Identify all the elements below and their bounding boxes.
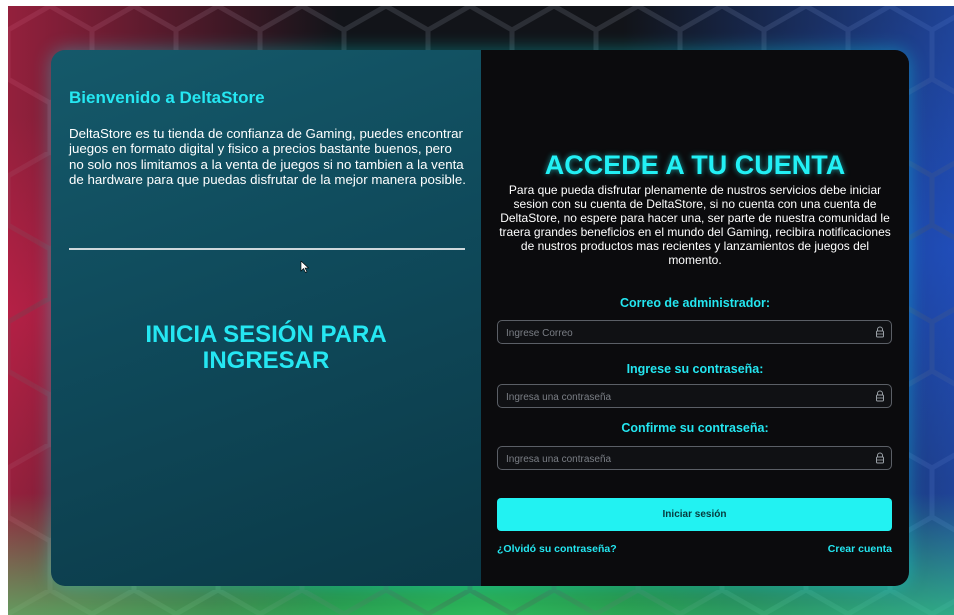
confirm-password-field[interactable] xyxy=(497,446,892,470)
confirm-password-label: Confirme su contraseña: xyxy=(621,421,769,435)
welcome-panel: Bienvenido a DeltaStore DeltaStore es tu… xyxy=(51,50,481,586)
email-input[interactable] xyxy=(504,324,868,342)
confirm-password-input[interactable] xyxy=(504,450,868,468)
login-call-to-action: INICIA SESIÓN PARA INGRESAR xyxy=(111,322,421,374)
access-description: Para que pueda disfrutar plenamente de n… xyxy=(499,183,891,267)
mouse-cursor-icon xyxy=(300,261,310,273)
access-panel: ACCEDE A TU CUENTA Para que pueda disfru… xyxy=(481,50,909,586)
login-button[interactable]: Iniciar sesión xyxy=(497,498,892,531)
access-title: ACCEDE A TU CUENTA xyxy=(544,150,846,180)
lock-icon xyxy=(876,390,884,402)
forgot-password-link[interactable]: ¿Olvidó su contraseña? xyxy=(497,543,617,555)
create-account-link[interactable]: Crear cuenta xyxy=(828,543,892,555)
login-cta-line1: INICIA SESIÓN PARA xyxy=(145,321,387,348)
password-input[interactable] xyxy=(504,388,868,406)
lock-icon xyxy=(876,326,884,338)
login-cta-line2: INGRESAR xyxy=(202,347,330,374)
lock-icon xyxy=(876,452,884,464)
password-field[interactable] xyxy=(497,384,892,408)
divider xyxy=(69,248,465,250)
email-label: Correo de administrador: xyxy=(619,296,771,310)
email-field[interactable] xyxy=(497,320,892,344)
login-card: Bienvenido a DeltaStore DeltaStore es tu… xyxy=(51,50,909,586)
welcome-title: Bienvenido a DeltaStore xyxy=(69,88,265,107)
welcome-description: DeltaStore es tu tienda de confianza de … xyxy=(69,126,466,188)
password-label: Ingrese su contraseña: xyxy=(626,362,764,376)
background-scene: Bienvenido a DeltaStore DeltaStore es tu… xyxy=(8,6,954,615)
